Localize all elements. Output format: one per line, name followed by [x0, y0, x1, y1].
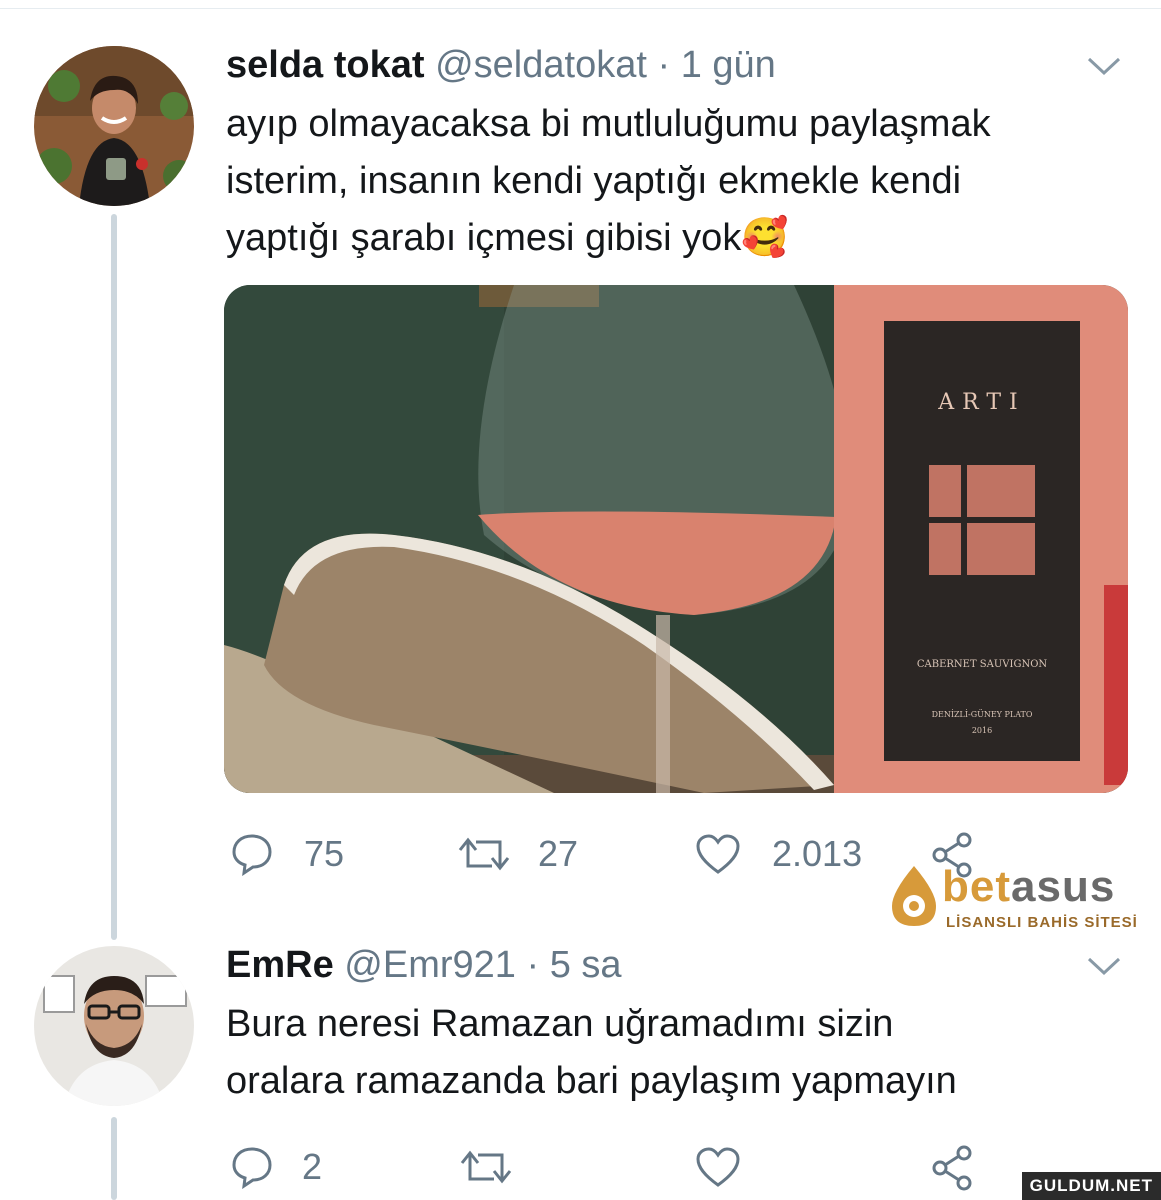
- retweet-action[interactable]: [458, 1145, 514, 1189]
- like-action[interactable]: [694, 1145, 742, 1189]
- reply-action[interactable]: 75: [230, 832, 344, 876]
- separator-dot: ·: [526, 944, 540, 986]
- tweet-header: selda tokat @seldatokat · 1 gün: [226, 42, 776, 88]
- retweet-action[interactable]: 27: [456, 832, 578, 876]
- tweet-text-content: ayıp olmayacaksa bi mutluluğumu paylaşma…: [226, 103, 991, 259]
- label-variety: CABERNET SAUVIGNON: [917, 659, 1048, 670]
- avatar-selda[interactable]: [34, 46, 194, 206]
- tweet-header: EmRe @Emr921 · 5 sa: [226, 942, 622, 988]
- site-watermark: GULDUM.NET: [1021, 1172, 1161, 1200]
- label-region: DENİZLİ-GÜNEY PLATO: [932, 710, 1033, 719]
- watermark-brand: betasus: [942, 862, 1115, 912]
- avatar-photo: [34, 946, 194, 1106]
- bread-and-wine-photo: ARTI CABERNET SAUVIGNON DENİZLİ-GÜNEY PL…: [224, 285, 1128, 793]
- user-handle[interactable]: @Emr921: [344, 944, 516, 986]
- thread-line: [111, 214, 117, 940]
- chevron-down-icon[interactable]: [1086, 54, 1122, 78]
- user-handle[interactable]: @seldatokat: [435, 44, 647, 86]
- retweet-arrows-icon: [460, 1150, 512, 1184]
- smiling-hearts-emoji: 🥰: [741, 217, 789, 259]
- drop-logo-icon: [892, 866, 936, 926]
- like-action[interactable]: 2.013: [694, 832, 862, 876]
- reply-count: 75: [304, 833, 345, 874]
- tweet-text: Bura neresi Ramazan uğramadımı sizin ora…: [226, 1003, 957, 1102]
- display-name[interactable]: EmRe: [226, 944, 334, 986]
- retweet-count: 27: [538, 833, 579, 874]
- speech-bubble-icon: [232, 834, 272, 876]
- avatar-photo: [34, 46, 194, 206]
- thread-line: [111, 1117, 117, 1200]
- like-count: 2.013: [772, 833, 863, 874]
- share-nodes-icon: [932, 1145, 972, 1191]
- speech-bubble-icon: [232, 1147, 272, 1189]
- heart-outline-icon: [696, 834, 740, 874]
- label-year: 2016: [972, 726, 992, 735]
- betasus-watermark: betasus LİSANSLI BAHİS SİTESİ: [886, 862, 1137, 938]
- watermark-brand-b: asus: [1011, 862, 1116, 911]
- timestamp[interactable]: 1 gün: [681, 44, 776, 86]
- display-name[interactable]: selda tokat: [226, 44, 425, 86]
- retweet-arrows-icon: [458, 837, 510, 871]
- share-action[interactable]: [930, 1145, 976, 1191]
- label-brand: ARTI: [937, 390, 1025, 415]
- watermark-tagline: LİSANSLI BAHİS SİTESİ: [946, 914, 1138, 931]
- timestamp[interactable]: 5 sa: [550, 944, 622, 986]
- tweet-media-photo[interactable]: ARTI CABERNET SAUVIGNON DENİZLİ-GÜNEY PL…: [224, 285, 1128, 793]
- separator-dot: ·: [657, 44, 671, 86]
- avatar-emre[interactable]: [34, 946, 194, 1106]
- top-divider: [0, 8, 1161, 9]
- reply-count: 2: [302, 1146, 323, 1187]
- heart-outline-icon: [696, 1147, 740, 1187]
- chevron-down-icon[interactable]: [1086, 954, 1122, 978]
- tweet-text: ayıp olmayacaksa bi mutluluğumu paylaşma…: [226, 96, 991, 267]
- reply-action[interactable]: 2: [230, 1145, 322, 1189]
- watermark-brand-a: bet: [942, 862, 1011, 911]
